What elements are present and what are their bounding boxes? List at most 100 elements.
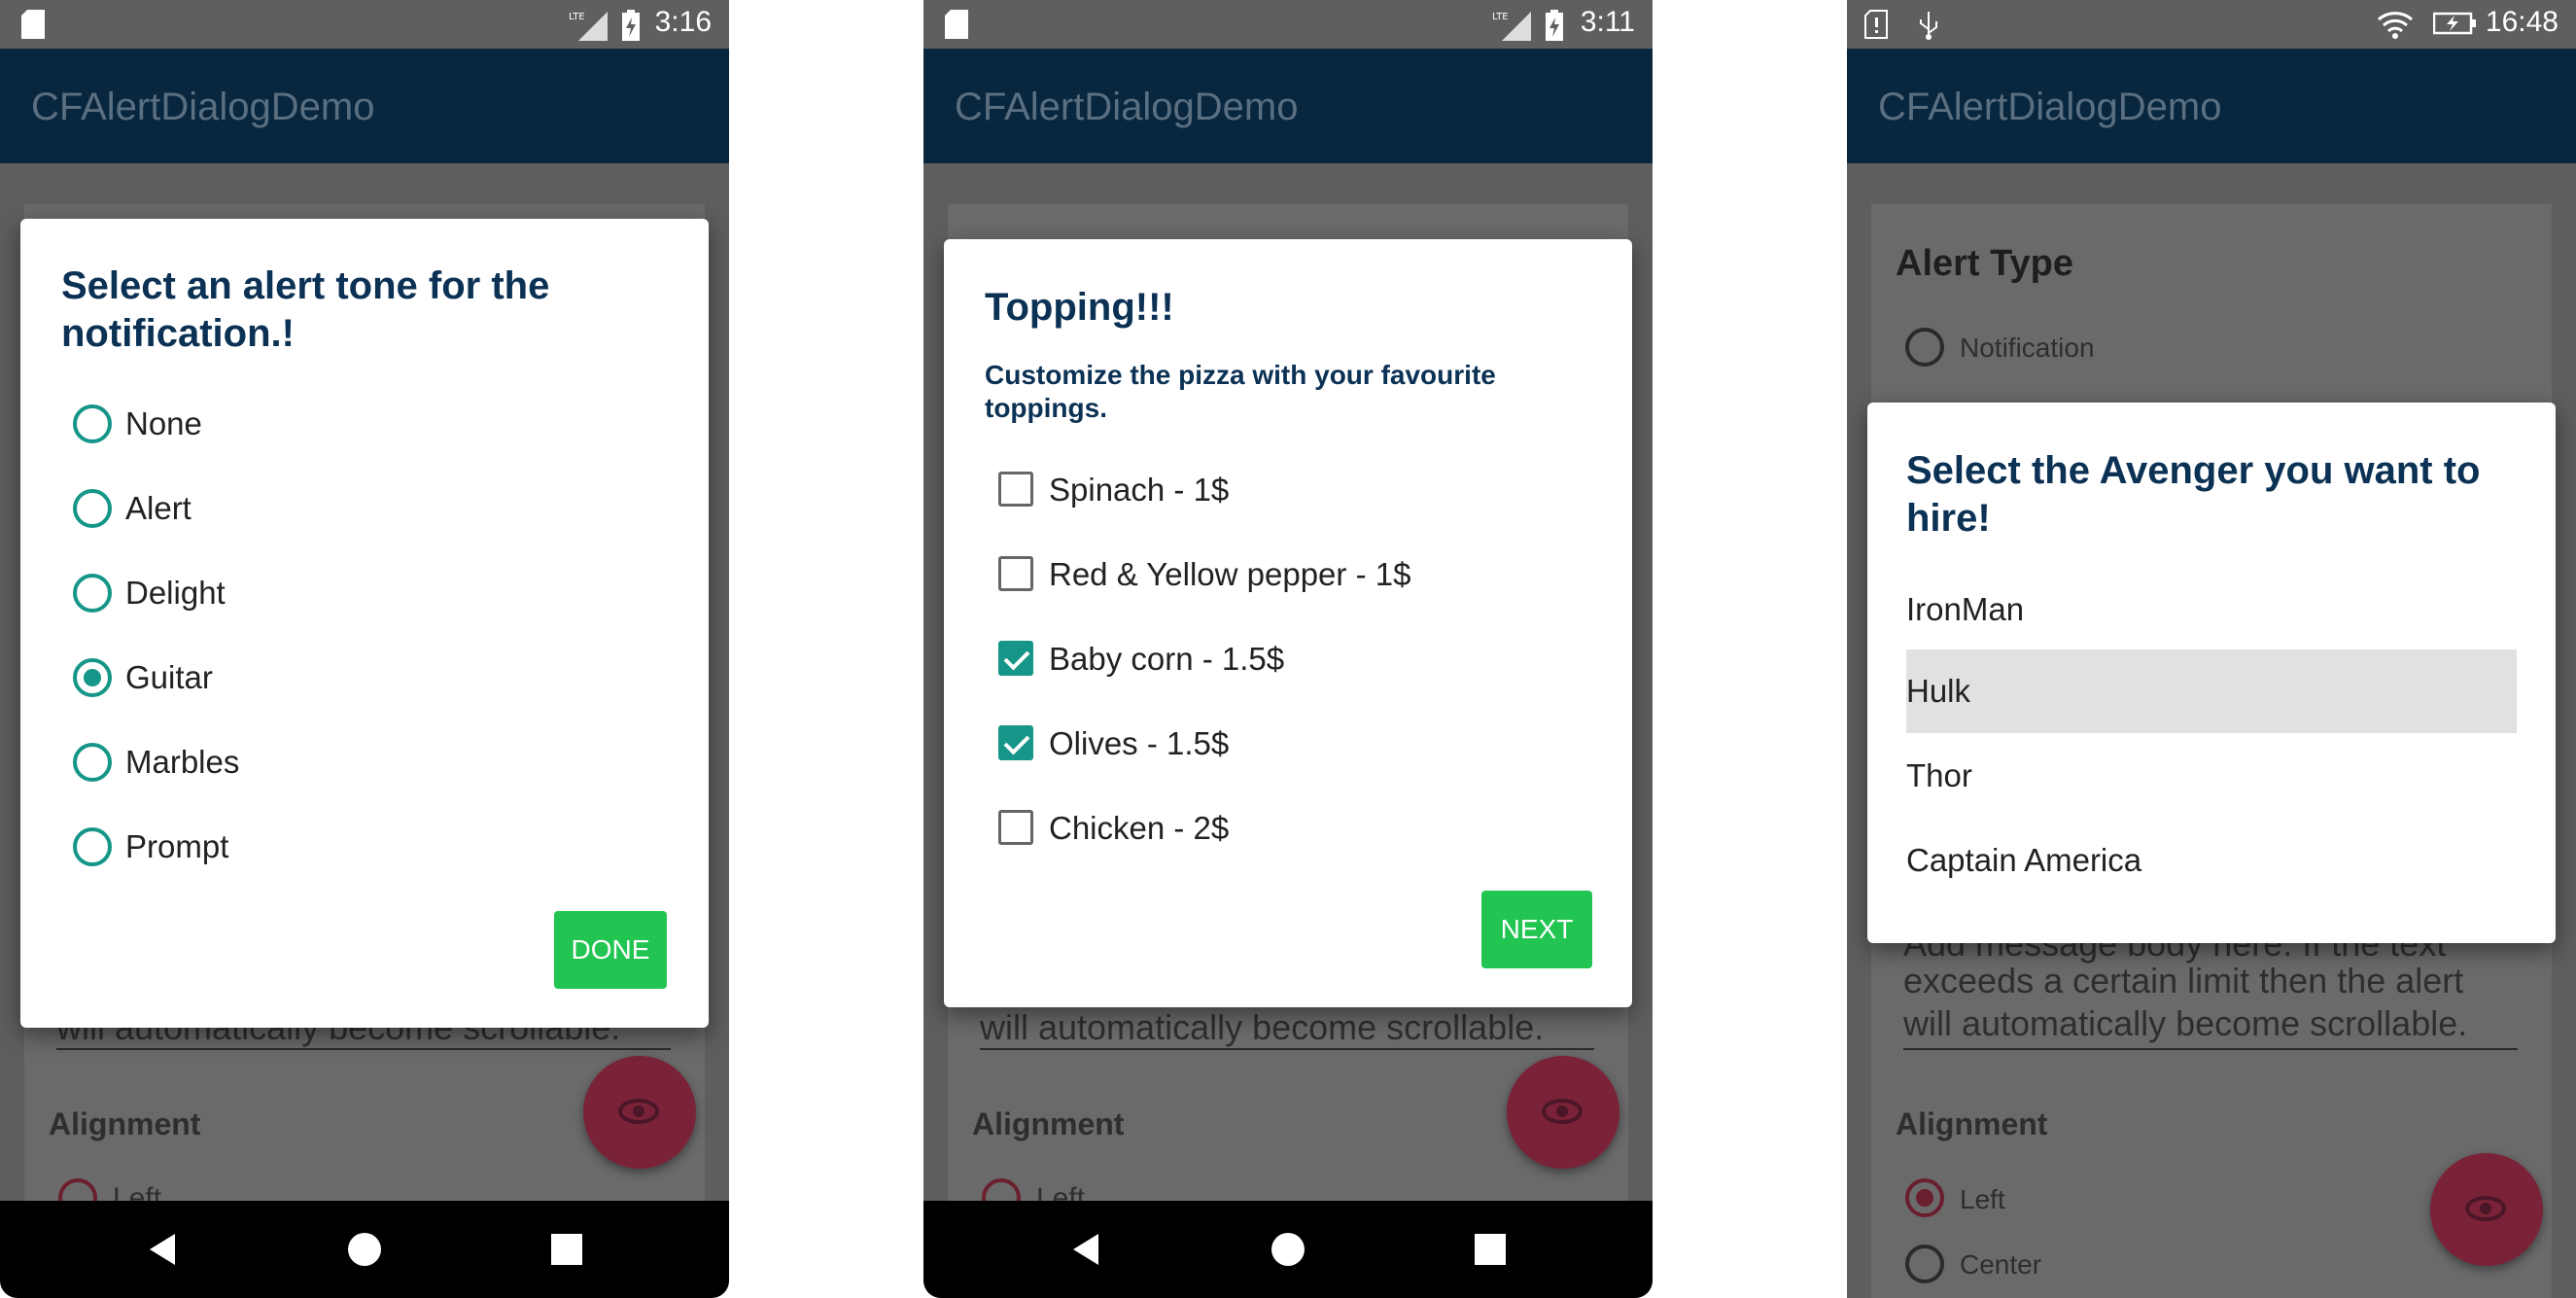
background-radio-left-label: Left xyxy=(1960,1184,2005,1214)
battery-charging-icon xyxy=(1546,10,1563,41)
checkbox-checked[interactable] xyxy=(998,725,1033,760)
list-item-label: Thor xyxy=(1906,757,1972,793)
checkbox-option[interactable]: Chicken - 2$ xyxy=(944,789,1632,866)
background-underline xyxy=(56,1048,671,1050)
checkbox-label: Baby corn - 1.5$ xyxy=(1049,641,1285,677)
checkbox-label: Red & Yellow pepper - 1$ xyxy=(1049,556,1411,592)
background-alignment-heading: Alignment xyxy=(1896,1106,2048,1141)
radio-option[interactable]: Delight xyxy=(20,554,709,632)
background-radio-notification-label: Notification xyxy=(1960,333,2095,363)
back-icon[interactable] xyxy=(150,1234,175,1265)
radio-button[interactable] xyxy=(73,574,112,613)
status-bar: LTE 3:16 xyxy=(0,0,729,49)
radio-label: Guitar xyxy=(125,659,213,695)
checkbox-label: Olives - 1.5$ xyxy=(1049,725,1230,761)
checkbox-option[interactable]: Baby corn - 1.5$ xyxy=(944,619,1632,697)
background-underline xyxy=(1903,1048,2518,1050)
battery-charging-icon xyxy=(2433,12,2476,35)
app-bar: CFAlertDialogDemo xyxy=(1847,49,2576,163)
background-message-line: exceeds a certain limit then the alert xyxy=(1903,961,2464,1000)
background-alignment-heading: Alignment xyxy=(972,1106,1125,1141)
lte-signal-icon: LTE xyxy=(569,12,608,41)
app-title: CFAlertDialogDemo xyxy=(1878,86,2222,128)
navigation-bar xyxy=(0,1201,729,1298)
sim-alert-icon xyxy=(1864,10,1888,39)
home-icon[interactable] xyxy=(348,1233,381,1266)
checkbox-option[interactable]: Red & Yellow pepper - 1$ xyxy=(944,535,1632,613)
radio-label: Marbles xyxy=(125,744,240,780)
list-item[interactable]: Thor xyxy=(1906,734,2517,818)
phone-screen-3: 16:48 CFAlertDialogDemo Alert Type Notif… xyxy=(1847,0,2576,1298)
background-message-line: will automatically become scrollable. xyxy=(1903,1003,2468,1043)
background-underline xyxy=(980,1048,1594,1050)
list-item-label: IronMan xyxy=(1906,591,2025,627)
preview-fab[interactable] xyxy=(1507,1056,1619,1169)
checkbox-label: Chicken - 2$ xyxy=(1049,810,1230,846)
app-bar: CFAlertDialogDemo xyxy=(0,49,729,163)
status-time: 3:11 xyxy=(1580,6,1635,38)
radio-button-selected[interactable] xyxy=(73,658,112,697)
status-bar: 16:48 xyxy=(1847,0,2576,49)
radio-option[interactable]: Guitar xyxy=(20,639,709,717)
avenger-dialog: Select the Avenger you want to hire! Iro… xyxy=(1867,403,2556,943)
dialog-title: Select an alert tone for the notificatio… xyxy=(61,264,550,355)
list-item-label: Captain America xyxy=(1906,842,2142,878)
checkbox[interactable] xyxy=(998,556,1033,591)
checkbox-option[interactable]: Spinach - 1$ xyxy=(944,450,1632,528)
status-time: 3:16 xyxy=(654,6,712,38)
checkbox[interactable] xyxy=(998,472,1033,507)
radio-button[interactable] xyxy=(73,827,112,866)
checkbox[interactable] xyxy=(998,810,1033,845)
radio-option[interactable]: Alert xyxy=(20,470,709,547)
eye-icon xyxy=(618,1099,659,1124)
sd-card-icon xyxy=(21,10,45,39)
dialog-title: Topping!!! xyxy=(985,286,1174,329)
list-item-label: Hulk xyxy=(1906,673,1971,709)
preview-fab[interactable] xyxy=(2430,1153,2543,1266)
checkbox-label: Spinach - 1$ xyxy=(1049,472,1230,508)
eye-icon xyxy=(2465,1196,2506,1221)
recents-icon[interactable] xyxy=(1475,1234,1506,1265)
radio-option[interactable]: Prompt xyxy=(20,808,709,886)
wifi-icon xyxy=(2378,12,2413,39)
recents-icon[interactable] xyxy=(551,1234,582,1265)
navigation-bar xyxy=(923,1201,1653,1298)
battery-charging-icon xyxy=(622,10,640,41)
list-item[interactable]: Captain America xyxy=(1906,819,2517,902)
phone-screen-1: LTE 3:16 CFAlertDialogDemo will automati… xyxy=(0,0,729,1298)
next-button[interactable]: NEXT xyxy=(1481,891,1592,968)
background-radio-center xyxy=(1905,1245,1944,1283)
background-alert-type-heading: Alert Type xyxy=(1896,243,2074,284)
usb-icon xyxy=(1920,12,1937,40)
radio-option[interactable]: Marbles xyxy=(20,723,709,801)
sd-card-icon xyxy=(945,10,968,39)
home-icon[interactable] xyxy=(1271,1233,1305,1266)
svg-text:LTE: LTE xyxy=(569,12,585,22)
phone-screen-2: LTE 3:11 CFAlertDialogDemo will automati… xyxy=(923,0,1653,1298)
list-item[interactable]: IronMan xyxy=(1906,568,2517,651)
app-title: CFAlertDialogDemo xyxy=(31,86,375,128)
dialog-title: Select the Avenger you want to hire! xyxy=(1906,449,2481,540)
preview-fab[interactable] xyxy=(583,1056,696,1169)
background-radio-left xyxy=(1905,1178,1944,1217)
background-alignment-heading: Alignment xyxy=(49,1106,201,1141)
background-radio-notification xyxy=(1905,328,1944,367)
back-icon[interactable] xyxy=(1073,1234,1098,1265)
radio-option[interactable]: None xyxy=(20,385,709,463)
radio-button[interactable] xyxy=(73,743,112,782)
app-title: CFAlertDialogDemo xyxy=(955,86,1299,128)
list-item-selected[interactable]: Hulk xyxy=(1906,649,2517,733)
radio-label: None xyxy=(125,405,202,441)
radio-button[interactable] xyxy=(73,404,112,443)
status-time: 16:48 xyxy=(2485,6,2559,38)
topping-dialog: Topping!!! Customize the pizza with your… xyxy=(944,239,1632,1007)
dialog-message: Customize the pizza with your favourite … xyxy=(985,360,1496,423)
radio-label: Delight xyxy=(125,575,226,611)
radio-button[interactable] xyxy=(73,489,112,528)
checkbox-checked[interactable] xyxy=(998,641,1033,676)
done-button[interactable]: DONE xyxy=(554,911,667,989)
alert-tone-dialog: Select an alert tone for the notificatio… xyxy=(20,219,709,1028)
checkbox-option[interactable]: Olives - 1.5$ xyxy=(944,704,1632,782)
background-radio-center-label: Center xyxy=(1960,1249,2042,1280)
svg-text:LTE: LTE xyxy=(1492,12,1509,22)
